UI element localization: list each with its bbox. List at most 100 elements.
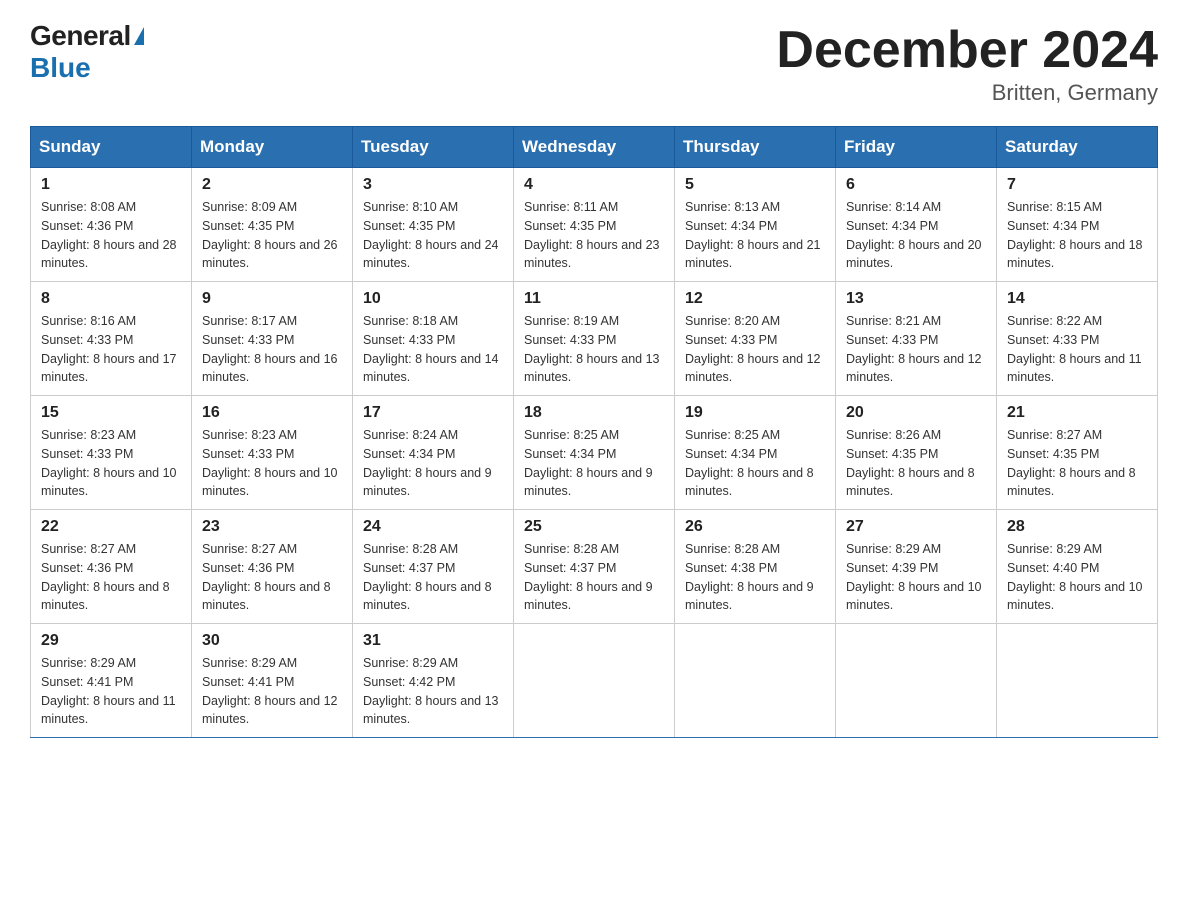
day-number: 29 <box>41 632 181 650</box>
calendar-cell: 3 Sunrise: 8:10 AMSunset: 4:35 PMDaylight… <box>353 168 514 282</box>
day-info: Sunrise: 8:28 AMSunset: 4:37 PMDaylight:… <box>524 540 664 615</box>
calendar-cell: 14Sunrise: 8:22 AMSunset: 4:33 PMDayligh… <box>997 282 1158 396</box>
day-info: Sunrise: 8:10 AMSunset: 4:35 PMDaylight:… <box>363 198 503 273</box>
calendar-cell: 20 Sunrise: 8:26 AMSunset: 4:35 PMDayligh… <box>836 396 997 510</box>
day-info: Sunrise: 8:08 AMSunset: 4:36 PMDaylight:… <box>41 198 181 273</box>
day-number: 27 <box>846 518 986 536</box>
day-number: 12 <box>685 290 825 308</box>
day-number: 18 <box>524 404 664 422</box>
day-number: 20 <box>846 404 986 422</box>
day-number: 6 <box>846 176 986 194</box>
calendar-week-row: 15 Sunrise: 8:23 AMSunset: 4:33 PMDayligh… <box>31 396 1158 510</box>
day-info: Sunrise: 8:25 AMSunset: 4:34 PMDaylight:… <box>524 426 664 501</box>
day-number: 5 <box>685 176 825 194</box>
day-info: Sunrise: 8:28 AMSunset: 4:38 PMDaylight:… <box>685 540 825 615</box>
calendar-cell: 18 Sunrise: 8:25 AMSunset: 4:34 PMDayligh… <box>514 396 675 510</box>
calendar-cell: 16Sunrise: 8:23 AMSunset: 4:33 PMDayligh… <box>192 396 353 510</box>
calendar-cell: 22 Sunrise: 8:27 AMSunset: 4:36 PMDayligh… <box>31 510 192 624</box>
calendar-cell: 11 Sunrise: 8:19 AMSunset: 4:33 PMDayligh… <box>514 282 675 396</box>
calendar-cell: 25Sunrise: 8:28 AMSunset: 4:37 PMDayligh… <box>514 510 675 624</box>
day-number: 31 <box>363 632 503 650</box>
day-number: 21 <box>1007 404 1147 422</box>
calendar-cell: 23 Sunrise: 8:27 AMSunset: 4:36 PMDayligh… <box>192 510 353 624</box>
calendar-cell: 12 Sunrise: 8:20 AMSunset: 4:33 PMDayligh… <box>675 282 836 396</box>
calendar-cell: 10 Sunrise: 8:18 AMSunset: 4:33 PMDayligh… <box>353 282 514 396</box>
day-info: Sunrise: 8:28 AMSunset: 4:37 PMDaylight:… <box>363 540 503 615</box>
calendar-cell: 15 Sunrise: 8:23 AMSunset: 4:33 PMDayligh… <box>31 396 192 510</box>
weekday-header-tuesday: Tuesday <box>353 127 514 168</box>
calendar-cell: 24 Sunrise: 8:28 AMSunset: 4:37 PMDayligh… <box>353 510 514 624</box>
calendar-header-row: SundayMondayTuesdayWednesdayThursdayFrid… <box>31 127 1158 168</box>
day-number: 8 <box>41 290 181 308</box>
day-number: 13 <box>846 290 986 308</box>
calendar-cell <box>514 624 675 738</box>
day-info: Sunrise: 8:29 AMSunset: 4:39 PMDaylight:… <box>846 540 986 615</box>
day-number: 3 <box>363 176 503 194</box>
day-info: Sunrise: 8:18 AMSunset: 4:33 PMDaylight:… <box>363 312 503 387</box>
calendar-cell: 9 Sunrise: 8:17 AMSunset: 4:33 PMDaylight… <box>192 282 353 396</box>
day-info: Sunrise: 8:23 AMSunset: 4:33 PMDaylight:… <box>41 426 181 501</box>
day-info: Sunrise: 8:24 AMSunset: 4:34 PMDaylight:… <box>363 426 503 501</box>
day-info: Sunrise: 8:19 AMSunset: 4:33 PMDaylight:… <box>524 312 664 387</box>
weekday-header-thursday: Thursday <box>675 127 836 168</box>
calendar-cell: 1 Sunrise: 8:08 AMSunset: 4:36 PMDaylight… <box>31 168 192 282</box>
calendar-cell: 5 Sunrise: 8:13 AMSunset: 4:34 PMDaylight… <box>675 168 836 282</box>
calendar-cell: 19Sunrise: 8:25 AMSunset: 4:34 PMDayligh… <box>675 396 836 510</box>
day-number: 26 <box>685 518 825 536</box>
logo-triangle-icon <box>134 27 144 45</box>
calendar-cell: 28 Sunrise: 8:29 AMSunset: 4:40 PMDayligh… <box>997 510 1158 624</box>
day-number: 24 <box>363 518 503 536</box>
day-number: 28 <box>1007 518 1147 536</box>
calendar-cell: 31 Sunrise: 8:29 AMSunset: 4:42 PMDayligh… <box>353 624 514 738</box>
calendar-cell <box>997 624 1158 738</box>
day-info: Sunrise: 8:13 AMSunset: 4:34 PMDaylight:… <box>685 198 825 273</box>
calendar-cell: 26 Sunrise: 8:28 AMSunset: 4:38 PMDayligh… <box>675 510 836 624</box>
weekday-header-saturday: Saturday <box>997 127 1158 168</box>
day-number: 17 <box>363 404 503 422</box>
calendar-cell <box>675 624 836 738</box>
day-info: Sunrise: 8:17 AMSunset: 4:33 PMDaylight:… <box>202 312 342 387</box>
calendar-week-row: 22 Sunrise: 8:27 AMSunset: 4:36 PMDayligh… <box>31 510 1158 624</box>
calendar-cell: 4 Sunrise: 8:11 AMSunset: 4:35 PMDaylight… <box>514 168 675 282</box>
calendar-week-row: 8 Sunrise: 8:16 AMSunset: 4:33 PMDaylight… <box>31 282 1158 396</box>
calendar-cell <box>836 624 997 738</box>
day-info: Sunrise: 8:29 AMSunset: 4:42 PMDaylight:… <box>363 654 503 729</box>
day-number: 15 <box>41 404 181 422</box>
day-info: Sunrise: 8:27 AMSunset: 4:35 PMDaylight:… <box>1007 426 1147 501</box>
day-number: 1 <box>41 176 181 194</box>
logo-general-text: General <box>30 20 131 52</box>
day-number: 11 <box>524 290 664 308</box>
logo: General Blue <box>30 20 144 84</box>
day-info: Sunrise: 8:21 AMSunset: 4:33 PMDaylight:… <box>846 312 986 387</box>
calendar-week-row: 1 Sunrise: 8:08 AMSunset: 4:36 PMDaylight… <box>31 168 1158 282</box>
day-number: 4 <box>524 176 664 194</box>
day-number: 22 <box>41 518 181 536</box>
day-number: 30 <box>202 632 342 650</box>
calendar-cell: 6Sunrise: 8:14 AMSunset: 4:34 PMDaylight… <box>836 168 997 282</box>
day-info: Sunrise: 8:26 AMSunset: 4:35 PMDaylight:… <box>846 426 986 501</box>
calendar-week-row: 29 Sunrise: 8:29 AMSunset: 4:41 PMDayligh… <box>31 624 1158 738</box>
day-number: 9 <box>202 290 342 308</box>
calendar-cell: 17 Sunrise: 8:24 AMSunset: 4:34 PMDayligh… <box>353 396 514 510</box>
day-info: Sunrise: 8:29 AMSunset: 4:41 PMDaylight:… <box>41 654 181 729</box>
day-info: Sunrise: 8:27 AMSunset: 4:36 PMDaylight:… <box>41 540 181 615</box>
day-info: Sunrise: 8:11 AMSunset: 4:35 PMDaylight:… <box>524 198 664 273</box>
day-number: 7 <box>1007 176 1147 194</box>
calendar-cell: 27 Sunrise: 8:29 AMSunset: 4:39 PMDayligh… <box>836 510 997 624</box>
day-info: Sunrise: 8:20 AMSunset: 4:33 PMDaylight:… <box>685 312 825 387</box>
day-info: Sunrise: 8:09 AMSunset: 4:35 PMDaylight:… <box>202 198 342 273</box>
title-section: December 2024 Britten, Germany <box>776 20 1158 106</box>
day-number: 2 <box>202 176 342 194</box>
logo-blue-text: Blue <box>30 52 91 84</box>
day-info: Sunrise: 8:27 AMSunset: 4:36 PMDaylight:… <box>202 540 342 615</box>
day-info: Sunrise: 8:29 AMSunset: 4:40 PMDaylight:… <box>1007 540 1147 615</box>
calendar-cell: 21 Sunrise: 8:27 AMSunset: 4:35 PMDayligh… <box>997 396 1158 510</box>
day-info: Sunrise: 8:16 AMSunset: 4:33 PMDaylight:… <box>41 312 181 387</box>
calendar-cell: 7Sunrise: 8:15 AMSunset: 4:34 PMDaylight… <box>997 168 1158 282</box>
day-info: Sunrise: 8:22 AMSunset: 4:33 PMDaylight:… <box>1007 312 1147 387</box>
day-info: Sunrise: 8:29 AMSunset: 4:41 PMDaylight:… <box>202 654 342 729</box>
day-number: 23 <box>202 518 342 536</box>
page-title: December 2024 <box>776 20 1158 80</box>
calendar-cell: 13 Sunrise: 8:21 AMSunset: 4:33 PMDayligh… <box>836 282 997 396</box>
day-number: 10 <box>363 290 503 308</box>
